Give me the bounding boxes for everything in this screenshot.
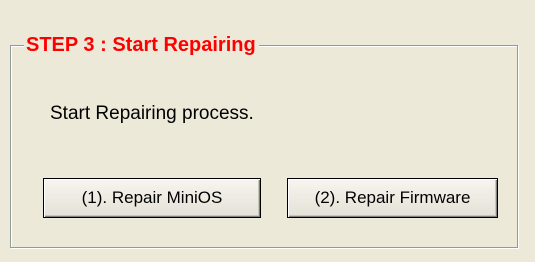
- repair-minios-button[interactable]: (1). Repair MiniOS: [43, 178, 261, 218]
- step3-title: STEP 3 : Start Repairing: [24, 32, 259, 58]
- step3-description: Start Repairing process.: [50, 103, 254, 124]
- repair-panel: STEP 3 : Start Repairing Start Repairing…: [0, 0, 535, 262]
- repair-firmware-button[interactable]: (2). Repair Firmware: [287, 178, 498, 218]
